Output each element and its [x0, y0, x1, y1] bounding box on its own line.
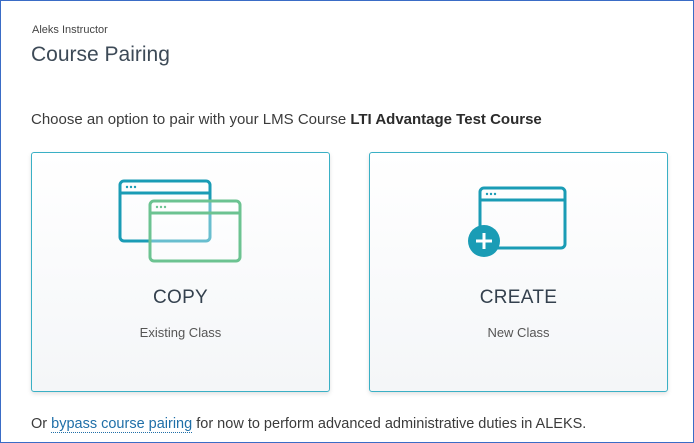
copy-sublabel: Existing Class	[139, 325, 222, 340]
footer-suffix: for now to perform advanced administrati…	[196, 416, 587, 432]
copy-windows-icon	[118, 179, 242, 263]
create-new-class-card[interactable]: CREATE New Class	[369, 152, 668, 392]
copy-existing-class-card[interactable]: COPY Existing Class	[31, 152, 330, 392]
bypass-message: Or bypass course pairing for now to perf…	[31, 416, 587, 433]
app-role-label: Aleks Instructor	[32, 24, 108, 36]
bypass-course-pairing-link[interactable]: bypass course pairing	[51, 416, 193, 433]
footer-prefix: Or	[31, 416, 48, 432]
course-name: LTI Advantage Test Course	[350, 111, 542, 128]
pairing-prompt: Choose an option to pair with your LMS C…	[31, 111, 542, 128]
create-sublabel: New Class	[487, 325, 550, 340]
page-title: Course Pairing	[31, 43, 170, 66]
new-window-plus-icon	[468, 186, 567, 257]
copy-label: COPY	[152, 287, 209, 308]
prompt-text: Choose an option to pair with your LMS C…	[31, 111, 347, 128]
create-label: CREATE	[479, 287, 558, 308]
